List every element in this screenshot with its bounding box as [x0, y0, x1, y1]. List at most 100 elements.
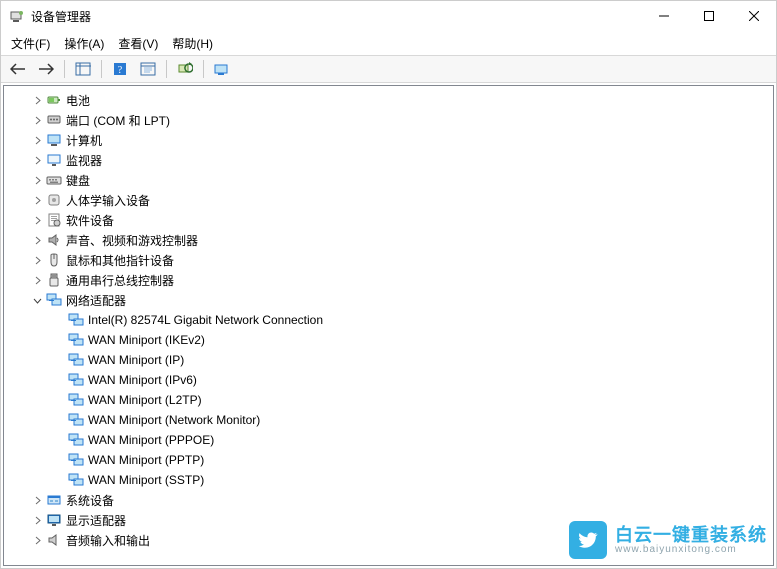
chevron-right-icon[interactable] — [30, 236, 44, 245]
minimize-button[interactable] — [641, 1, 686, 31]
monitor-icon — [46, 152, 62, 168]
window-title: 设备管理器 — [31, 8, 641, 25]
menu-action[interactable]: 操作(A) — [60, 34, 108, 53]
chevron-right-icon[interactable] — [30, 176, 44, 185]
tree-node[interactable]: 计算机 — [4, 130, 773, 150]
chevron-down-icon[interactable] — [30, 296, 44, 305]
chevron-right-icon[interactable] — [30, 516, 44, 525]
show-hide-tree-button[interactable] — [70, 57, 96, 81]
display-icon — [46, 512, 62, 528]
device-tree-panel[interactable]: 电池端口 (COM 和 LPT) 计算机监视器键盘人体学输入设备软件设备声音、视频… — [3, 85, 774, 566]
titlebar: 设备管理器 — [1, 1, 776, 31]
tree-node-label: 系统设备 — [66, 492, 122, 509]
back-button[interactable] — [5, 57, 31, 81]
toolbar-separator — [203, 60, 204, 78]
tree-leaf-label: WAN Miniport (PPTP) — [88, 453, 212, 467]
network-icon — [46, 292, 62, 308]
usb-icon — [46, 272, 62, 288]
chevron-right-icon[interactable] — [30, 256, 44, 265]
tree-node[interactable]: 监视器 — [4, 150, 773, 170]
tree-leaf-label: WAN Miniport (Network Monitor) — [88, 413, 268, 427]
tree-node[interactable]: 声音、视频和游戏控制器 — [4, 230, 773, 250]
tree-node-label: 声音、视频和游戏控制器 — [66, 232, 206, 249]
audio-icon — [46, 532, 62, 548]
close-button[interactable] — [731, 1, 776, 31]
tree-node[interactable]: 软件设备 — [4, 210, 773, 230]
tree-leaf-label: WAN Miniport (IPv6) — [88, 373, 205, 387]
tree-leaf-label: WAN Miniport (IKEv2) — [88, 333, 213, 347]
network-icon — [68, 332, 84, 348]
chevron-right-icon[interactable] — [30, 96, 44, 105]
toolbar-separator — [64, 60, 65, 78]
tree-node[interactable]: 键盘 — [4, 170, 773, 190]
add-legacy-hardware-button[interactable] — [209, 57, 235, 81]
tree-node-label: 计算机 — [66, 132, 110, 149]
device-tree: 电池端口 (COM 和 LPT) 计算机监视器键盘人体学输入设备软件设备声音、视频… — [4, 86, 773, 554]
hid-icon — [46, 192, 62, 208]
tree-node[interactable]: 鼠标和其他指针设备 — [4, 250, 773, 270]
forward-button[interactable] — [33, 57, 59, 81]
menu-view[interactable]: 查看(V) — [114, 34, 162, 53]
tree-leaf[interactable]: WAN Miniport (Network Monitor) — [4, 410, 773, 430]
tree-leaf[interactable]: Intel(R) 82574L Gigabit Network Connecti… — [4, 310, 773, 330]
tree-node-label: 鼠标和其他指针设备 — [66, 252, 182, 269]
toolbar-separator — [166, 60, 167, 78]
network-icon — [68, 452, 84, 468]
toolbar-separator — [101, 60, 102, 78]
tree-leaf[interactable]: WAN Miniport (PPPOE) — [4, 430, 773, 450]
battery-icon — [46, 92, 62, 108]
tree-leaf[interactable]: WAN Miniport (IP) — [4, 350, 773, 370]
svg-text:?: ? — [118, 65, 123, 76]
tree-leaf[interactable]: WAN Miniport (SSTP) — [4, 470, 773, 490]
network-icon — [68, 472, 84, 488]
maximize-button[interactable] — [686, 1, 731, 31]
sound-icon — [46, 232, 62, 248]
tree-node-label: 电池 — [66, 92, 98, 109]
tree-leaf-label: WAN Miniport (IP) — [88, 353, 192, 367]
tree-leaf[interactable]: WAN Miniport (L2TP) — [4, 390, 773, 410]
properties-button[interactable] — [135, 57, 161, 81]
computer-icon — [46, 132, 62, 148]
menu-file[interactable]: 文件(F) — [7, 34, 54, 53]
toolbar: ? — [1, 55, 776, 83]
tree-leaf-label: WAN Miniport (L2TP) — [88, 393, 210, 407]
tree-node[interactable]: 系统设备 — [4, 490, 773, 510]
mouse-icon — [46, 252, 62, 268]
menubar: 文件(F) 操作(A) 查看(V) 帮助(H) — [1, 31, 776, 55]
chevron-right-icon[interactable] — [30, 116, 44, 125]
tree-node[interactable]: 显示适配器 — [4, 510, 773, 530]
tree-node-label: 通用串行总线控制器 — [66, 272, 182, 289]
help-button[interactable]: ? — [107, 57, 133, 81]
network-icon — [68, 432, 84, 448]
tree-leaf[interactable]: WAN Miniport (IPv6) — [4, 370, 773, 390]
tree-node[interactable]: 人体学输入设备 — [4, 190, 773, 210]
chevron-right-icon[interactable] — [30, 216, 44, 225]
device-manager-window: 设备管理器 文件(F) 操作(A) 查看(V) 帮助(H) ? 电池端口 (CO… — [0, 0, 777, 569]
tree-node-label: 人体学输入设备 — [66, 192, 158, 209]
tree-leaf-label: WAN Miniport (PPPOE) — [88, 433, 222, 447]
chevron-right-icon[interactable] — [30, 276, 44, 285]
tree-node[interactable]: 网络适配器 — [4, 290, 773, 310]
tree-leaf-label: WAN Miniport (SSTP) — [88, 473, 212, 487]
tree-node[interactable]: 端口 (COM 和 LPT) — [4, 110, 773, 130]
chevron-right-icon[interactable] — [30, 136, 44, 145]
tree-leaf-label: Intel(R) 82574L Gigabit Network Connecti… — [88, 313, 331, 327]
chevron-right-icon[interactable] — [30, 196, 44, 205]
tree-leaf[interactable]: WAN Miniport (IKEv2) — [4, 330, 773, 350]
network-icon — [68, 372, 84, 388]
tree-node[interactable]: 音频输入和输出 — [4, 530, 773, 550]
tree-node-label: 键盘 — [66, 172, 98, 189]
menu-help[interactable]: 帮助(H) — [168, 34, 217, 53]
scan-hardware-button[interactable] — [172, 57, 198, 81]
tree-node[interactable]: 电池 — [4, 90, 773, 110]
tree-node-label: 监视器 — [66, 152, 110, 169]
tree-leaf[interactable]: WAN Miniport (PPTP) — [4, 450, 773, 470]
chevron-right-icon[interactable] — [30, 156, 44, 165]
port-icon — [46, 112, 62, 128]
keyboard-icon — [46, 172, 62, 188]
tree-node[interactable]: 通用串行总线控制器 — [4, 270, 773, 290]
chevron-right-icon[interactable] — [30, 536, 44, 545]
network-icon — [68, 312, 84, 328]
chevron-right-icon[interactable] — [30, 496, 44, 505]
network-icon — [68, 392, 84, 408]
